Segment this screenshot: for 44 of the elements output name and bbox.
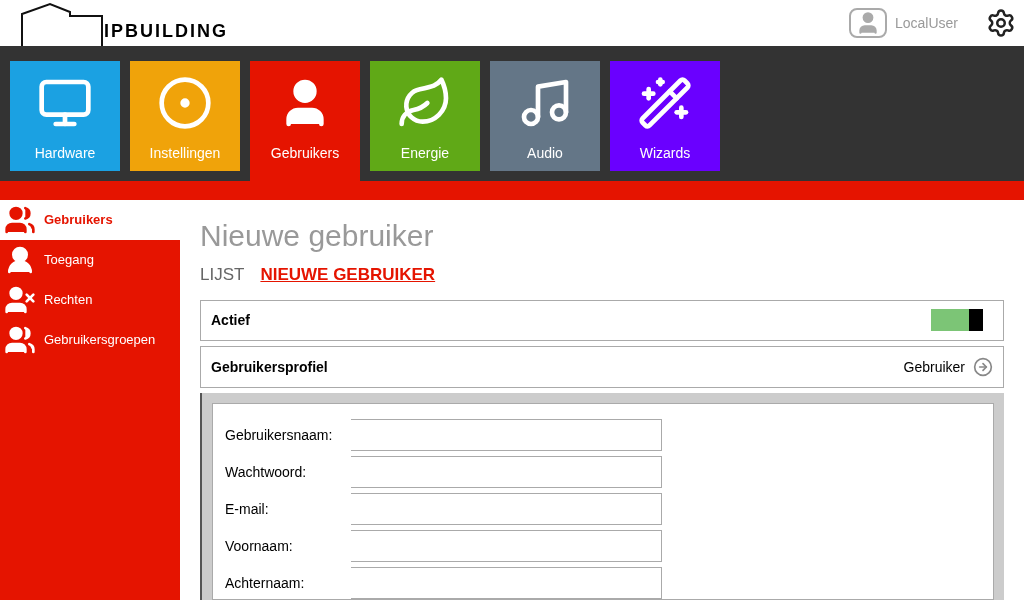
sidebar-item[interactable]: Rechten bbox=[0, 280, 180, 320]
tile-label: Instellingen bbox=[149, 144, 221, 163]
menu-tile[interactable]: Hardware bbox=[10, 61, 120, 171]
page-title: Nieuwe gebruiker bbox=[200, 218, 435, 254]
tile-label: Energie bbox=[400, 144, 450, 163]
field-label: Achternaam: bbox=[225, 573, 306, 593]
field-label: Voornaam: bbox=[225, 536, 294, 556]
sub-tab[interactable]: NIEUWE GEBRUIKER bbox=[260, 262, 436, 288]
field-label: Gebruikersnaam: bbox=[225, 425, 334, 445]
tile-label: Hardware bbox=[34, 144, 96, 163]
toggle-switch[interactable] bbox=[931, 309, 983, 332]
magic-wand-icon bbox=[637, 75, 693, 131]
tile-label: Wizards bbox=[639, 144, 691, 163]
menu-tile[interactable]: Gebruikers bbox=[250, 61, 360, 181]
user-blocked-icon bbox=[4, 284, 36, 316]
group-icon bbox=[4, 324, 36, 356]
profile-row[interactable]: Gebruikersprofiel Gebruiker bbox=[200, 346, 1004, 388]
menu-tile[interactable]: Energie bbox=[370, 61, 480, 171]
arrow-right-icon bbox=[973, 357, 993, 378]
profile-value: Gebruiker bbox=[903, 357, 965, 377]
field-label: E-mail: bbox=[225, 499, 270, 519]
logo-text: IPBUILDING bbox=[104, 20, 228, 43]
avatar-icon[interactable] bbox=[848, 8, 887, 38]
input-field[interactable] bbox=[351, 419, 662, 451]
settings-icon[interactable] bbox=[986, 8, 1016, 38]
house-outline-icon bbox=[20, 2, 104, 46]
input-field[interactable] bbox=[351, 493, 662, 525]
users-icon bbox=[4, 204, 36, 236]
input-field[interactable] bbox=[351, 567, 662, 599]
tile-label: Gebruikers bbox=[270, 144, 340, 163]
actief-label: Actief bbox=[211, 310, 250, 330]
sidebar-item[interactable]: Toegang bbox=[0, 240, 180, 280]
field-label: Wachtwoord: bbox=[225, 462, 308, 482]
input-field[interactable] bbox=[351, 530, 662, 562]
sidebar-item[interactable]: Gebruikersgroepen bbox=[0, 320, 180, 360]
menu-tile[interactable]: Audio bbox=[490, 61, 600, 171]
sub-tab[interactable]: LIJST bbox=[200, 262, 245, 288]
tile-label: Audio bbox=[527, 144, 563, 163]
input-field[interactable] bbox=[351, 456, 662, 488]
profile-label: Gebruikersprofiel bbox=[211, 357, 328, 377]
sidebar-item[interactable]: Gebruikers bbox=[0, 200, 180, 240]
menu-tile[interactable]: Wizards bbox=[610, 61, 720, 171]
dial-icon bbox=[157, 75, 213, 131]
user-name[interactable]: LocalUser bbox=[894, 12, 958, 34]
